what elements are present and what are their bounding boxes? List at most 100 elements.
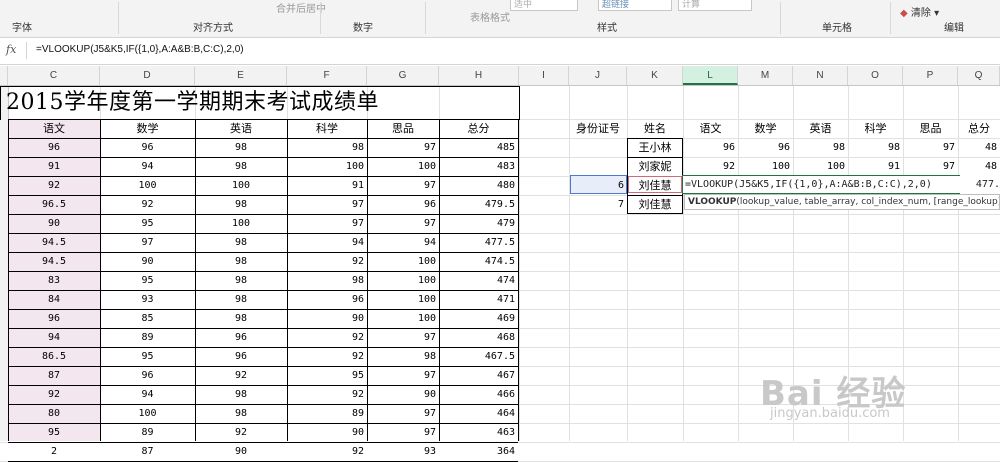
table-cell[interactable]: 85 <box>100 309 195 328</box>
lookup-header-cell[interactable]: 思品 <box>903 119 958 138</box>
table-cell[interactable]: 471 <box>439 290 518 309</box>
name-cell[interactable]: 刘佳慧 <box>627 176 683 195</box>
style-medium[interactable]: 适中 <box>510 0 578 11</box>
table-cell[interactable]: 84 <box>8 290 100 309</box>
table-cell[interactable]: 97 <box>287 195 367 214</box>
table-cell[interactable]: 98 <box>195 271 287 290</box>
score-cell[interactable]: 97 <box>903 138 958 157</box>
id-cell[interactable]: 7 <box>569 195 627 214</box>
header-cell[interactable]: 总分 <box>439 119 518 138</box>
table-cell[interactable]: 98 <box>195 233 287 252</box>
table-cell[interactable]: 474.5 <box>439 252 518 271</box>
table-cell[interactable]: 95 <box>287 366 367 385</box>
header-cell[interactable]: 语文 <box>8 119 100 138</box>
table-cell[interactable]: 92 <box>287 252 367 271</box>
name-cell[interactable]: 刘佳慧 <box>627 195 683 214</box>
table-cell[interactable]: 97 <box>367 214 439 233</box>
col-header-f[interactable]: F <box>287 66 367 85</box>
name-cell[interactable]: 王小林 <box>627 138 683 157</box>
table-cell[interactable]: 96 <box>100 138 195 157</box>
table-cell[interactable]: 92 <box>8 176 100 195</box>
table-cell[interactable]: 97 <box>100 233 195 252</box>
merge-center-button[interactable]: 合并后居中 <box>276 0 326 15</box>
style-calc[interactable]: 计算 <box>678 0 752 11</box>
table-cell[interactable]: 97 <box>367 404 439 423</box>
col-header-g[interactable]: G <box>367 66 439 85</box>
table-cell[interactable]: 93 <box>100 290 195 309</box>
table-cell[interactable]: 100 <box>100 404 195 423</box>
table-cell[interactable]: 98 <box>195 195 287 214</box>
table-cell[interactable]: 98 <box>195 385 287 404</box>
score-cell[interactable]: 48 <box>958 138 1000 157</box>
score-cell[interactable]: 98 <box>793 138 848 157</box>
table-cell[interactable]: 91 <box>287 176 367 195</box>
score-cell[interactable]: 91 <box>848 157 903 176</box>
table-cell[interactable]: 89 <box>100 328 195 347</box>
table-cell[interactable]: 479 <box>439 214 518 233</box>
table-cell[interactable]: 96 <box>8 309 100 328</box>
header-cell[interactable]: 英语 <box>195 119 287 138</box>
score-cell[interactable]: 96 <box>683 138 738 157</box>
table-cell[interactable]: 98 <box>195 138 287 157</box>
header-cell[interactable]: 数学 <box>100 119 195 138</box>
table-cell[interactable]: 93 <box>367 442 439 461</box>
table-cell[interactable]: 100 <box>367 252 439 271</box>
table-cell[interactable]: 96.5 <box>8 195 100 214</box>
lookup-header-cell[interactable]: 总分 <box>958 119 1000 138</box>
table-cell[interactable]: 467 <box>439 366 518 385</box>
table-cell[interactable]: 96 <box>287 290 367 309</box>
tooltip-function-name[interactable]: VLOOKUP <box>688 197 736 207</box>
table-cell[interactable]: 97 <box>367 423 439 442</box>
table-cell[interactable]: 83 <box>8 271 100 290</box>
table-cell[interactable]: 100 <box>367 309 439 328</box>
lookup-header-cell[interactable]: 身份证号 <box>569 119 627 138</box>
header-cell[interactable]: 科学 <box>287 119 367 138</box>
table-cell[interactable]: 94 <box>100 157 195 176</box>
col-header-m[interactable]: M <box>738 66 793 85</box>
score-cell[interactable]: 92 <box>683 157 738 176</box>
table-cell[interactable]: 96 <box>8 138 100 157</box>
table-cell[interactable]: 87 <box>100 442 195 461</box>
table-cell[interactable]: 483 <box>439 157 518 176</box>
table-cell[interactable]: 464 <box>439 404 518 423</box>
table-cell[interactable]: 100 <box>287 157 367 176</box>
table-cell[interactable]: 94 <box>367 233 439 252</box>
table-cell[interactable]: 485 <box>439 138 518 157</box>
fx-icon[interactable]: fx <box>6 43 16 56</box>
clear-button[interactable]: ◆ 清除 ▾ <box>900 4 939 19</box>
lookup-header-cell[interactable]: 姓名 <box>627 119 683 138</box>
score-cell[interactable]: 100 <box>793 157 848 176</box>
table-cell[interactable]: 100 <box>195 214 287 233</box>
table-cell[interactable]: 96 <box>195 328 287 347</box>
score-cell[interactable]: 96 <box>738 138 793 157</box>
col-header-j[interactable]: J <box>569 66 627 85</box>
lookup-header-cell[interactable]: 英语 <box>793 119 848 138</box>
table-cell[interactable]: 98 <box>195 309 287 328</box>
table-cell[interactable]: 95 <box>100 271 195 290</box>
table-cell[interactable]: 90 <box>287 309 367 328</box>
table-cell[interactable]: 100 <box>100 176 195 195</box>
table-cell[interactable]: 467.5 <box>439 347 518 366</box>
table-cell[interactable]: 87 <box>8 366 100 385</box>
lookup-header-cell[interactable]: 语文 <box>683 119 738 138</box>
table-cell[interactable]: 90 <box>195 442 287 461</box>
table-cell[interactable]: 94 <box>8 328 100 347</box>
style-hyperlink[interactable]: 超链接 <box>598 0 672 11</box>
table-cell[interactable]: 474 <box>439 271 518 290</box>
table-cell[interactable]: 469 <box>439 309 518 328</box>
header-cell[interactable]: 思品 <box>367 119 439 138</box>
table-cell[interactable]: 98 <box>195 290 287 309</box>
table-cell[interactable]: 80 <box>8 404 100 423</box>
table-cell[interactable]: 94.5 <box>8 233 100 252</box>
col-header-c[interactable]: C <box>8 66 100 85</box>
table-cell[interactable]: 364 <box>439 442 518 461</box>
table-cell[interactable]: 97 <box>367 366 439 385</box>
col-header-o[interactable]: O <box>848 66 903 85</box>
table-cell[interactable]: 92 <box>8 385 100 404</box>
table-cell[interactable]: 95 <box>8 423 100 442</box>
score-cell[interactable]: 100 <box>738 157 793 176</box>
table-cell[interactable]: 92 <box>287 347 367 366</box>
table-cell[interactable]: 98 <box>367 347 439 366</box>
id-cell[interactable] <box>569 138 627 157</box>
table-cell[interactable]: 96 <box>195 347 287 366</box>
